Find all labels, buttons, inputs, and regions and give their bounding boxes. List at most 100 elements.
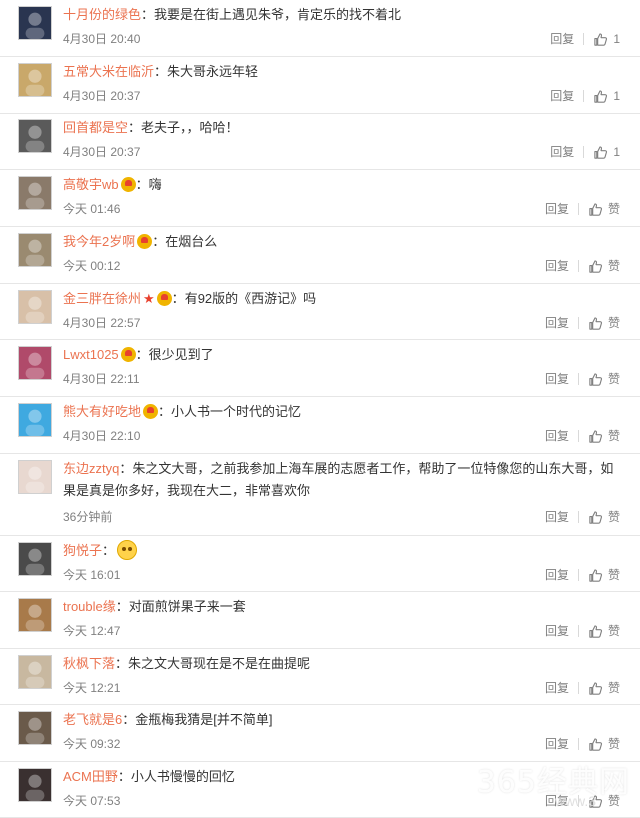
comment-line: 十月份的绿色：我要是在街上遇见朱爷，肯定乐的找不着北 [63, 4, 620, 26]
comment-separator: ： [115, 656, 129, 671]
avatar[interactable] [18, 711, 52, 745]
like-count: 赞 [607, 202, 620, 216]
comment-username[interactable]: Lwxt1025 [63, 347, 119, 362]
avatar[interactable] [18, 460, 52, 494]
like-button[interactable]: 赞 [588, 735, 620, 753]
comment-text: 金瓶梅我猜是[并不简单] [135, 712, 273, 727]
comment-actions: 回复 1 [550, 143, 620, 161]
comment-username[interactable]: trouble缘 [63, 599, 116, 614]
reply-button[interactable]: 回复 [550, 30, 574, 48]
like-button[interactable]: 赞 [588, 622, 620, 640]
comment-username[interactable]: 熊大有好吃地 [63, 404, 141, 419]
member-badge-icon[interactable] [137, 234, 153, 249]
reply-button[interactable]: 回复 [545, 200, 569, 218]
comment-username[interactable]: 老飞就是6 [63, 712, 122, 727]
comment-username[interactable]: 秋枫下落 [63, 656, 115, 671]
action-divider [577, 738, 579, 750]
comment-item: 五常大米在临沂：朱大哥永远年轻 4月30日 20:37 回复 1 [0, 57, 640, 114]
reply-button[interactable]: 回复 [545, 314, 569, 332]
comment-username[interactable]: 东边zztyq [63, 461, 119, 476]
avatar[interactable] [18, 655, 52, 689]
like-count: 1 [613, 32, 620, 46]
like-button[interactable]: 赞 [588, 200, 620, 218]
avatar[interactable] [18, 63, 52, 97]
reply-button[interactable]: 回复 [545, 257, 569, 275]
reply-button[interactable]: 回复 [550, 87, 574, 105]
reply-button[interactable]: 回复 [545, 679, 569, 697]
avatar[interactable] [18, 403, 52, 437]
comment-separator: ： [102, 543, 116, 558]
comment-line: 老飞就是6：金瓶梅我猜是[并不简单] [63, 709, 620, 731]
comment-line: 高敬宇wb ：嗨 [63, 174, 620, 196]
avatar[interactable] [18, 290, 52, 324]
reply-button[interactable]: 回复 [550, 143, 574, 161]
comment-item: 高敬宇wb ：嗨 今天 01:46 回复 赞 [0, 170, 640, 227]
comment-time: 4月30日 22:57 [63, 316, 141, 330]
comment-item: 回首都是空：老夫子，，哈哈！ 4月30日 20:37 回复 1 [0, 113, 640, 170]
comment-username[interactable]: 狗悦子 [63, 543, 102, 558]
comment-actions: 回复 赞 [545, 508, 620, 526]
comment-separator: ： [158, 404, 172, 419]
reply-button[interactable]: 回复 [545, 735, 569, 753]
comment-line: 秋枫下落：朱之文大哥现在是不是在曲提呢 [63, 653, 620, 675]
comment-actions: 回复 赞 [545, 427, 620, 445]
comment-line: 东边zztyq：朱之文大哥，之前我参加上海车展的志愿者工作，帮助了一位特像您的山… [63, 458, 620, 502]
comment-username[interactable]: 高敬宇wb [63, 177, 119, 192]
comment-separator: ： [119, 461, 133, 476]
comment-username[interactable]: ACM田野 [63, 769, 118, 784]
comment-time: 4月30日 22:11 [63, 372, 140, 386]
comment-username[interactable]: 十月份的绿色 [63, 7, 141, 22]
like-button[interactable]: 1 [593, 143, 620, 161]
like-button[interactable]: 赞 [588, 427, 620, 445]
avatar[interactable] [18, 233, 52, 267]
comment-separator: ： [135, 347, 149, 362]
member-badge-icon[interactable] [143, 404, 159, 419]
action-divider [577, 260, 579, 272]
thumbs-up-icon [588, 259, 608, 274]
avatar[interactable] [18, 6, 52, 40]
avatar[interactable] [18, 598, 52, 632]
like-button[interactable]: 赞 [588, 508, 620, 526]
like-button[interactable]: 1 [593, 30, 620, 48]
like-count: 1 [613, 145, 620, 159]
avatar[interactable] [18, 346, 52, 380]
action-divider [577, 373, 579, 385]
comment-line: 熊大有好吃地 ：小人书一个时代的记忆 [63, 401, 620, 423]
comment-text: 老夫子，，哈哈！ [141, 120, 239, 135]
like-button[interactable]: 1 [593, 87, 620, 105]
reply-button[interactable]: 回复 [545, 508, 569, 526]
comment-text: 对面煎饼果子来一套 [128, 599, 246, 614]
member-badge-icon[interactable] [120, 177, 136, 192]
member-badge-icon[interactable] [156, 291, 172, 306]
comment-item: 我今年2岁啊 ：在烟台么 今天 00:12 回复 赞 [0, 227, 640, 284]
avatar[interactable] [18, 176, 52, 210]
like-button[interactable]: 赞 [588, 679, 620, 697]
member-badge-icon[interactable] [120, 347, 136, 362]
avatar[interactable] [18, 768, 52, 802]
comment-username[interactable]: 金三胖在徐州 [63, 291, 141, 306]
comment-separator: ： [135, 177, 149, 192]
reply-button[interactable]: 回复 [545, 427, 569, 445]
reply-button[interactable]: 回复 [545, 622, 569, 640]
comment-text: 朱之文大哥现在是不是在曲提呢 [128, 656, 311, 671]
comment-time: 今天 07:53 [63, 794, 121, 808]
reply-button[interactable]: 回复 [545, 566, 569, 584]
reply-button[interactable]: 回复 [545, 370, 569, 388]
comment-time: 今天 16:01 [63, 568, 121, 582]
comment-actions: 回复 赞 [545, 370, 620, 388]
comment-username[interactable]: 五常大米在临沂 [63, 64, 154, 79]
thumbs-up-icon [593, 89, 613, 104]
like-button[interactable]: 赞 [588, 566, 620, 584]
comment-text: 我要是在街上遇见朱爷，肯定乐的找不着北 [154, 7, 402, 22]
comment-username[interactable]: 我今年2岁啊 [63, 234, 135, 249]
thumbs-up-icon [588, 568, 608, 583]
action-divider [577, 569, 579, 581]
like-button[interactable]: 赞 [588, 257, 620, 275]
like-button[interactable]: 赞 [588, 370, 620, 388]
comment-username[interactable]: 回首都是空 [63, 120, 128, 135]
avatar[interactable] [18, 542, 52, 576]
thumbs-up-icon [593, 32, 613, 47]
avatar[interactable] [18, 119, 52, 153]
thumbs-up-icon [588, 510, 608, 525]
like-button[interactable]: 赞 [588, 314, 620, 332]
